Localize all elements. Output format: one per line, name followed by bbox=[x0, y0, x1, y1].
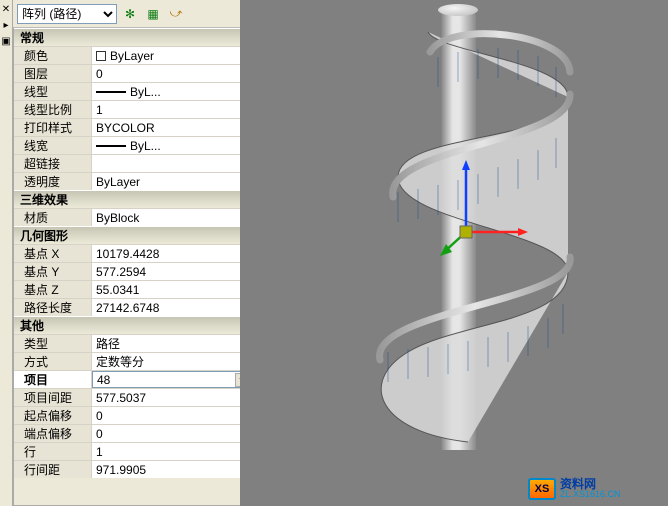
lineweight-sample-icon bbox=[96, 145, 126, 147]
prop-row-color[interactable]: 颜色 ByLayer bbox=[14, 46, 253, 64]
pick-point-icon[interactable]: ⤻ bbox=[166, 4, 186, 24]
section-title: 其他 bbox=[20, 317, 44, 334]
section-other-header[interactable]: 其他 ▲ bbox=[14, 316, 253, 334]
section-general-header[interactable]: 常规 ▲ bbox=[14, 28, 253, 46]
section-title: 常规 bbox=[20, 29, 44, 46]
prop-row-base-y[interactable]: 基点 Y 577.2594 bbox=[14, 262, 253, 280]
watermark-url: ZL.XS1616.CN bbox=[560, 489, 621, 499]
prop-row-ltscale[interactable]: 线型比例 1 bbox=[14, 100, 253, 118]
section-visual-header[interactable]: 三维效果 ▲ bbox=[14, 190, 253, 208]
color-swatch-icon bbox=[96, 51, 106, 61]
prop-row-base-x[interactable]: 基点 X 10179.4428 bbox=[14, 244, 253, 262]
object-type-select[interactable]: 阵列 (路径) bbox=[17, 4, 117, 24]
prop-row-row-spacing[interactable]: 行间距 971.9905 bbox=[14, 460, 253, 478]
prop-row-linetype[interactable]: 线型 ByL... bbox=[14, 82, 253, 100]
prop-row-items[interactable]: 项目 fx bbox=[14, 370, 253, 388]
properties-panel: ✕ ▸ ▣ 阵列 (路径) ✻ ▦ ⤻ 常规 ▲ 颜色 ByLayer 图层 bbox=[0, 0, 240, 506]
panel-body: 阵列 (路径) ✻ ▦ ⤻ 常规 ▲ 颜色 ByLayer 图层 0 线型 By… bbox=[13, 0, 254, 506]
collapse-icon[interactable]: ▸ bbox=[0, 20, 12, 32]
prop-row-transparency[interactable]: 透明度 ByLayer bbox=[14, 172, 253, 190]
3d-viewport[interactable]: XS 资料网 ZL.XS1616.CN bbox=[240, 0, 668, 506]
section-title: 几何图形 bbox=[20, 227, 68, 244]
prop-row-layer[interactable]: 图层 0 bbox=[14, 64, 253, 82]
close-icon[interactable]: ✕ bbox=[0, 4, 12, 16]
spiral-staircase bbox=[338, 2, 598, 462]
prop-row-method[interactable]: 方式 定数等分 bbox=[14, 352, 253, 370]
prop-row-array-type[interactable]: 类型 路径 bbox=[14, 334, 253, 352]
linetype-sample-icon bbox=[96, 91, 126, 93]
panel-sidestrip: ✕ ▸ ▣ bbox=[0, 0, 13, 506]
section-title: 三维效果 bbox=[20, 191, 68, 208]
panel-toolbar: 阵列 (路径) ✻ ▦ ⤻ bbox=[13, 0, 254, 28]
watermark-cn: 资料网 bbox=[560, 479, 621, 489]
prop-row-base-z[interactable]: 基点 Z 55.0341 bbox=[14, 280, 253, 298]
prop-row-end-offset[interactable]: 端点偏移 0 bbox=[14, 424, 253, 442]
quick-select-icon[interactable]: ✻ bbox=[120, 4, 140, 24]
watermark: XS 资料网 ZL.XS1616.CN bbox=[528, 478, 660, 500]
select-objects-icon[interactable]: ▦ bbox=[143, 4, 163, 24]
watermark-logo: XS bbox=[528, 478, 556, 500]
prop-row-material[interactable]: 材质 ByBlock bbox=[14, 208, 253, 226]
prop-row-rows[interactable]: 行 1 bbox=[14, 442, 253, 460]
prop-row-plotstyle[interactable]: 打印样式 BYCOLOR bbox=[14, 118, 253, 136]
prop-row-item-spacing[interactable]: 项目间距 577.5037 bbox=[14, 388, 253, 406]
prop-row-path-length[interactable]: 路径长度 27142.6748 bbox=[14, 298, 253, 316]
items-input[interactable] bbox=[97, 373, 252, 387]
property-list: 常规 ▲ 颜色 ByLayer 图层 0 线型 ByL... 线型比例 1 打印… bbox=[13, 28, 254, 506]
pin-icon[interactable]: ▣ bbox=[0, 36, 12, 48]
prop-row-start-offset[interactable]: 起点偏移 0 bbox=[14, 406, 253, 424]
prop-row-lineweight[interactable]: 线宽 ByL... bbox=[14, 136, 253, 154]
section-geometry-header[interactable]: 几何图形 ▲ bbox=[14, 226, 253, 244]
prop-row-hyperlink[interactable]: 超链接 bbox=[14, 154, 253, 172]
